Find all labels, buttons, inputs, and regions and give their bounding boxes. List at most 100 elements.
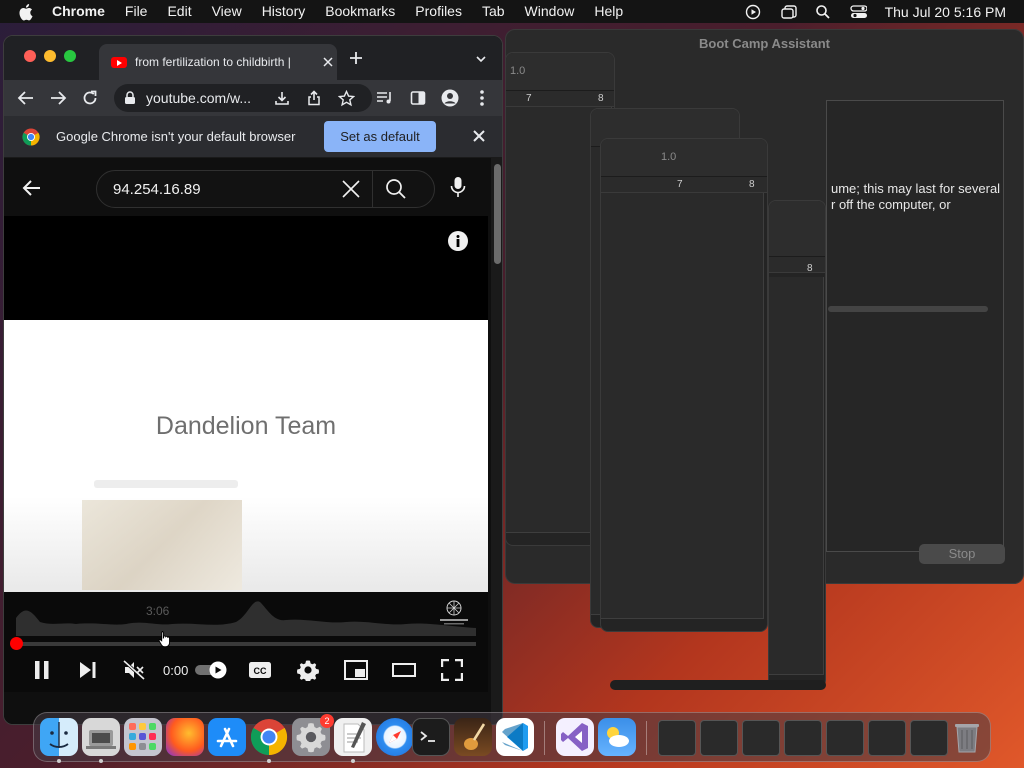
menu-help[interactable]: Help	[594, 0, 623, 23]
miniplayer-icon[interactable]	[344, 658, 368, 682]
tab-search-chevron-down-icon[interactable]	[474, 52, 488, 66]
menu-app-chrome[interactable]: Chrome	[52, 0, 105, 23]
menu-tab[interactable]: Tab	[482, 0, 505, 23]
weather-icon[interactable]	[598, 718, 636, 756]
visual-studio-code-icon[interactable]	[496, 718, 534, 756]
window-minimize-button[interactable]	[44, 50, 56, 62]
textedit-icon[interactable]	[334, 718, 372, 756]
bookmark-star-icon[interactable]	[336, 88, 356, 108]
hand-cursor-icon	[158, 630, 172, 648]
next-video-icon[interactable]	[76, 658, 100, 682]
menu-bookmarks[interactable]: Bookmarks	[325, 0, 395, 23]
finder-icon[interactable]	[40, 718, 78, 756]
muted-speaker-icon[interactable]	[122, 658, 146, 682]
document-window-5[interactable]: 8	[768, 200, 826, 688]
set-as-default-button[interactable]: Set as default	[324, 121, 436, 152]
terminal-icon[interactable]	[412, 718, 450, 756]
safari-icon[interactable]	[376, 718, 414, 756]
menu-window[interactable]: Window	[525, 0, 575, 23]
dock-separator	[646, 721, 647, 755]
youtube-search-input[interactable]: 94.254.16.89	[113, 181, 343, 198]
minimized-window-thumbnail[interactable]	[658, 720, 696, 756]
system-settings-icon[interactable]: 2	[292, 714, 334, 756]
minimized-window-thumbnail[interactable]	[700, 720, 738, 756]
seek-bar[interactable]	[10, 637, 476, 650]
autoplay-toggle[interactable]	[194, 661, 228, 679]
new-tab-icon[interactable]	[348, 50, 364, 66]
closed-captions-icon[interactable]: CC	[248, 658, 272, 682]
chrome-window[interactable]: from fertilization to childbirth | youtu…	[3, 35, 503, 725]
infobar-close-icon[interactable]	[472, 129, 488, 145]
clear-search-icon[interactable]	[341, 179, 361, 199]
kebab-menu-icon[interactable]	[472, 88, 492, 108]
video-slide-subtitle-blur	[94, 480, 238, 488]
microphone-icon[interactable]	[450, 176, 470, 200]
document-window-2[interactable]	[505, 78, 711, 618]
visual-studio-icon[interactable]	[556, 718, 594, 756]
side-panel-icon[interactable]	[408, 88, 428, 108]
seek-bar-knob[interactable]	[10, 637, 23, 650]
video-player[interactable]: Dandelion Team 3:06 0:00 CC	[4, 216, 488, 692]
control-center-icon[interactable]	[849, 3, 867, 20]
minimized-window-thumbnail[interactable]	[910, 720, 948, 756]
minimized-window-thumbnail[interactable]	[868, 720, 906, 756]
back-arrow-icon[interactable]	[16, 88, 36, 108]
minimized-window-thumbnail[interactable]	[784, 720, 822, 756]
tab-close-icon[interactable]	[321, 55, 335, 69]
boot-camp-panel	[826, 100, 1004, 552]
document-window-edge	[610, 680, 826, 690]
scrollbar-thumb[interactable]	[494, 164, 501, 264]
trash-icon[interactable]	[948, 718, 986, 756]
theater-mode-icon[interactable]	[392, 658, 416, 682]
apple-menu-icon[interactable]	[18, 3, 36, 21]
profile-avatar-icon[interactable]	[440, 88, 460, 108]
firefox-icon[interactable]	[166, 718, 204, 756]
youtube-page: 94.254.16.89 Dandelion Team 3:06 0:00 CC	[4, 158, 488, 724]
stage-manager-icon[interactable]	[780, 3, 797, 20]
line-spacing-value[interactable]: 1.0	[510, 65, 525, 77]
screen-record-icon[interactable]	[745, 3, 762, 20]
youtube-back-arrow-icon[interactable]	[22, 178, 44, 200]
media-controls-icon[interactable]	[375, 88, 395, 108]
menu-bar: Chrome File Edit View History Bookmarks …	[0, 0, 1024, 23]
forward-arrow-icon[interactable]	[48, 88, 68, 108]
hover-timestamp: 3:06	[146, 604, 170, 618]
install-download-icon[interactable]	[272, 88, 292, 108]
lock-icon[interactable]	[124, 91, 138, 105]
document-page[interactable]	[769, 277, 824, 675]
settings-gear-icon[interactable]	[296, 658, 320, 682]
window-zoom-button[interactable]	[64, 50, 76, 62]
menu-history[interactable]: History	[262, 0, 306, 23]
reload-icon[interactable]	[80, 88, 100, 108]
channel-watermark-icon[interactable]	[436, 598, 472, 626]
menubar-clock[interactable]: Thu Jul 20 5:16 PM	[885, 4, 1006, 20]
tab-youtube[interactable]: from fertilization to childbirth |	[99, 44, 337, 80]
info-icon[interactable]	[447, 230, 469, 252]
fullscreen-icon[interactable]	[440, 658, 464, 682]
youtube-search-box[interactable]: 94.254.16.89	[96, 170, 435, 208]
browser-toolbar: youtube.com/w...	[4, 80, 502, 116]
minimized-window-thumbnail[interactable]	[826, 720, 864, 756]
ruler-number-8: 8	[807, 263, 813, 274]
menu-file[interactable]: File	[125, 0, 148, 23]
player-controls: 3:06 0:00 CC	[4, 592, 488, 692]
search-icon[interactable]	[385, 178, 407, 200]
menu-view[interactable]: View	[212, 0, 242, 23]
app-store-icon[interactable]	[208, 718, 246, 756]
window-close-button[interactable]	[24, 50, 36, 62]
address-bar[interactable]: youtube.com/w...	[114, 84, 372, 112]
garageband-icon[interactable]	[454, 718, 492, 756]
menu-profiles[interactable]: Profiles	[415, 0, 462, 23]
share-icon[interactable]	[304, 88, 324, 108]
google-chrome-icon[interactable]	[250, 718, 288, 756]
minimized-window-thumbnail[interactable]	[742, 720, 780, 756]
boot-camp-message: ume; this may last for several r off the…	[831, 181, 1006, 213]
stop-button[interactable]: Stop	[919, 544, 1005, 564]
boot-camp-assistant-icon[interactable]	[82, 718, 120, 756]
spotlight-search-icon[interactable]	[815, 3, 832, 20]
pause-icon[interactable]	[30, 658, 54, 682]
page-scrollbar[interactable]	[491, 158, 502, 724]
menu-edit[interactable]: Edit	[167, 0, 191, 23]
infobar-message: Google Chrome isn't your default browser	[56, 129, 296, 144]
launchpad-icon[interactable]	[124, 718, 162, 756]
